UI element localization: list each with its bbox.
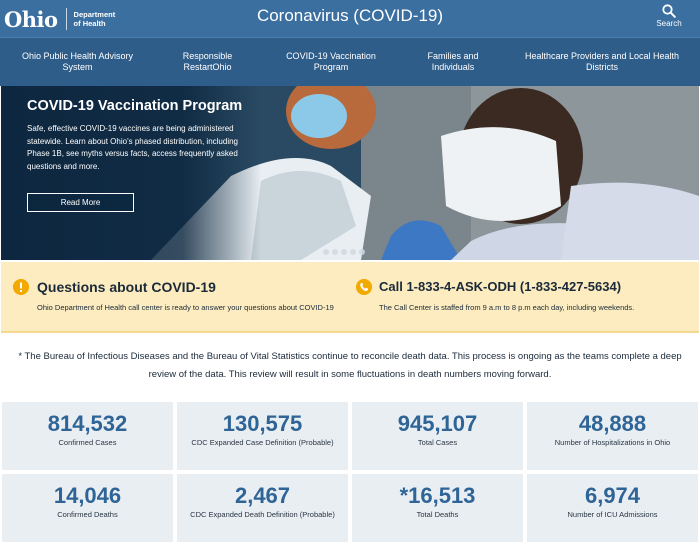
- hero-description: Safe, effective COVID-19 vaccines are be…: [27, 124, 238, 171]
- stat-label: Number of Hospitalizations in Ohio: [554, 438, 671, 447]
- nav-item-label: Responsible: [182, 51, 233, 61]
- stat-value: 48,888: [578, 411, 647, 436]
- nav-item-label: Program: [313, 62, 349, 72]
- nav-item-label: Healthcare Providers and Local Health: [524, 51, 680, 61]
- death-data-notice: * The Bureau of Infectious Diseases and …: [18, 351, 682, 380]
- call-center-hours: The Call Center is staffed from 9 a.m to…: [379, 303, 635, 312]
- stat-label: Confirmed Deaths: [57, 510, 118, 519]
- stat-probable-deaths: 2,467 CDC Expanded Death Definition (Pro…: [177, 474, 348, 542]
- hero-carousel: COVID-19 Vaccination Program Safe, effec…: [1, 86, 699, 260]
- carousel-dot-5[interactable]: [359, 249, 365, 255]
- stat-value: 2,467: [234, 483, 291, 508]
- stat-value: 6,974: [584, 483, 641, 508]
- stat-label: Number of ICU Admissions: [567, 510, 658, 519]
- call-center-title[interactable]: Call 1-833-4-ASK-ODH (1-833-427-5634): [379, 279, 621, 294]
- nav-item-label: COVID-19 Vaccination: [286, 51, 376, 61]
- main-navigation: Ohio Public Health Advisory System Respo…: [0, 37, 700, 86]
- search-icon: [662, 4, 676, 18]
- search-label: Search: [656, 19, 682, 28]
- nav-item-label: Families and: [427, 51, 479, 61]
- stat-icu-admissions: 6,974 Number of ICU Admissions: [527, 474, 698, 542]
- nav-item-label: Individuals: [431, 62, 475, 72]
- hero-title: COVID-19 Vaccination Program: [27, 98, 243, 114]
- questions-title: Questions about COVID-19: [37, 279, 216, 295]
- covid-stats-grid: 814,532 Confirmed Cases 130,575 CDC Expa…: [2, 402, 698, 542]
- carousel-dots: [323, 249, 365, 255]
- phone-icon: [356, 279, 372, 295]
- nav-item-healthcare-providers[interactable]: Healthcare Providers and Local Health Di…: [504, 51, 700, 73]
- search-button[interactable]: Search: [654, 4, 684, 28]
- stat-label: CDC Expanded Death Definition (Probable): [190, 510, 335, 519]
- stat-value: 130,575: [222, 411, 303, 436]
- carousel-dot-1[interactable]: [323, 249, 329, 255]
- stat-hospitalizations: 48,888 Number of Hospitalizations in Ohi…: [527, 402, 698, 470]
- stat-label: CDC Expanded Case Definition (Probable): [191, 438, 334, 447]
- stat-total-cases: 945,107 Total Cases: [352, 402, 523, 470]
- stat-label: Confirmed Cases: [58, 438, 117, 447]
- nav-item-label: System: [62, 62, 93, 72]
- exclamation-icon: [13, 279, 29, 295]
- stat-confirmed-deaths: 14,046 Confirmed Deaths: [2, 474, 173, 542]
- nav-item-families-individuals[interactable]: Families and Individuals: [402, 51, 504, 73]
- nav-item-label: RestartOhio: [183, 62, 232, 72]
- nav-item-restart-ohio[interactable]: Responsible RestartOhio: [155, 51, 260, 73]
- stat-total-deaths: *16,513 Total Deaths: [352, 474, 523, 542]
- questions-text: Ohio Department of Health call center is…: [37, 303, 334, 312]
- stat-label: Total Cases: [417, 438, 458, 447]
- carousel-dot-3[interactable]: [341, 249, 347, 255]
- site-header: Ohio Department of Health Coronavirus (C…: [0, 0, 700, 37]
- nav-item-advisory-system[interactable]: Ohio Public Health Advisory System: [0, 51, 155, 73]
- stat-probable-cases: 130,575 CDC Expanded Case Definition (Pr…: [177, 402, 348, 470]
- help-callout-banner: Questions about COVID-19 Ohio Department…: [1, 262, 699, 333]
- read-more-button[interactable]: Read More: [27, 193, 134, 212]
- stat-value: *16,513: [399, 483, 476, 508]
- stat-value: 814,532: [47, 411, 128, 436]
- stat-value: 945,107: [397, 411, 478, 436]
- stat-label: Total Deaths: [416, 510, 459, 519]
- site-title: Coronavirus (COVID-19): [256, 6, 444, 25]
- stat-confirmed-cases: 814,532 Confirmed Cases: [2, 402, 173, 470]
- carousel-dot-2[interactable]: [332, 249, 338, 255]
- nav-item-vaccination-program[interactable]: COVID-19 Vaccination Program: [260, 51, 402, 73]
- nav-item-label: Districts: [586, 62, 618, 72]
- carousel-dot-4[interactable]: [350, 249, 356, 255]
- stat-value: 14,046: [53, 483, 122, 508]
- nav-item-label: Ohio Public Health Advisory: [21, 51, 134, 61]
